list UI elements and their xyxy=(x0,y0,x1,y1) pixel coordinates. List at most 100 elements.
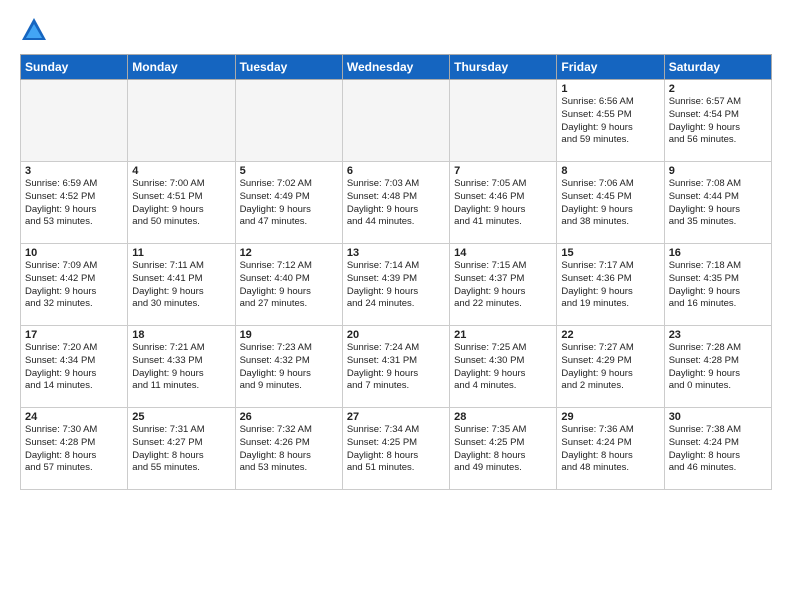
calendar-cell: 21Sunrise: 7:25 AM Sunset: 4:30 PM Dayli… xyxy=(450,326,557,408)
calendar-cell: 3Sunrise: 6:59 AM Sunset: 4:52 PM Daylig… xyxy=(21,162,128,244)
day-number: 16 xyxy=(669,247,767,259)
calendar-cell: 5Sunrise: 7:02 AM Sunset: 4:49 PM Daylig… xyxy=(235,162,342,244)
calendar-cell: 24Sunrise: 7:30 AM Sunset: 4:28 PM Dayli… xyxy=(21,408,128,490)
weekday-header-friday: Friday xyxy=(557,55,664,80)
calendar-cell: 22Sunrise: 7:27 AM Sunset: 4:29 PM Dayli… xyxy=(557,326,664,408)
day-info: Sunrise: 7:27 AM Sunset: 4:29 PM Dayligh… xyxy=(561,342,659,393)
calendar-cell: 27Sunrise: 7:34 AM Sunset: 4:25 PM Dayli… xyxy=(342,408,449,490)
calendar-cell: 25Sunrise: 7:31 AM Sunset: 4:27 PM Dayli… xyxy=(128,408,235,490)
day-info: Sunrise: 7:02 AM Sunset: 4:49 PM Dayligh… xyxy=(240,178,338,229)
calendar-cell: 11Sunrise: 7:11 AM Sunset: 4:41 PM Dayli… xyxy=(128,244,235,326)
day-number: 30 xyxy=(669,411,767,423)
day-number: 17 xyxy=(25,329,123,341)
day-number: 18 xyxy=(132,329,230,341)
week-row-4: 24Sunrise: 7:30 AM Sunset: 4:28 PM Dayli… xyxy=(21,408,772,490)
day-info: Sunrise: 7:08 AM Sunset: 4:44 PM Dayligh… xyxy=(669,178,767,229)
day-number: 1 xyxy=(561,83,659,95)
day-info: Sunrise: 7:25 AM Sunset: 4:30 PM Dayligh… xyxy=(454,342,552,393)
day-info: Sunrise: 6:56 AM Sunset: 4:55 PM Dayligh… xyxy=(561,96,659,147)
calendar-cell: 19Sunrise: 7:23 AM Sunset: 4:32 PM Dayli… xyxy=(235,326,342,408)
day-info: Sunrise: 7:09 AM Sunset: 4:42 PM Dayligh… xyxy=(25,260,123,311)
calendar-cell: 10Sunrise: 7:09 AM Sunset: 4:42 PM Dayli… xyxy=(21,244,128,326)
day-number: 25 xyxy=(132,411,230,423)
weekday-header-saturday: Saturday xyxy=(664,55,771,80)
day-info: Sunrise: 7:11 AM Sunset: 4:41 PM Dayligh… xyxy=(132,260,230,311)
day-number: 6 xyxy=(347,165,445,177)
calendar-cell: 13Sunrise: 7:14 AM Sunset: 4:39 PM Dayli… xyxy=(342,244,449,326)
day-number: 26 xyxy=(240,411,338,423)
calendar-cell: 30Sunrise: 7:38 AM Sunset: 4:24 PM Dayli… xyxy=(664,408,771,490)
calendar-cell xyxy=(21,80,128,162)
weekday-header-tuesday: Tuesday xyxy=(235,55,342,80)
weekday-header-thursday: Thursday xyxy=(450,55,557,80)
calendar-cell xyxy=(450,80,557,162)
calendar-cell: 4Sunrise: 7:00 AM Sunset: 4:51 PM Daylig… xyxy=(128,162,235,244)
day-number: 29 xyxy=(561,411,659,423)
day-info: Sunrise: 7:17 AM Sunset: 4:36 PM Dayligh… xyxy=(561,260,659,311)
calendar-cell xyxy=(128,80,235,162)
logo xyxy=(20,16,52,44)
page: SundayMondayTuesdayWednesdayThursdayFrid… xyxy=(0,0,792,612)
calendar-cell: 7Sunrise: 7:05 AM Sunset: 4:46 PM Daylig… xyxy=(450,162,557,244)
day-info: Sunrise: 6:59 AM Sunset: 4:52 PM Dayligh… xyxy=(25,178,123,229)
week-row-1: 3Sunrise: 6:59 AM Sunset: 4:52 PM Daylig… xyxy=(21,162,772,244)
calendar-cell xyxy=(235,80,342,162)
day-number: 14 xyxy=(454,247,552,259)
day-info: Sunrise: 7:23 AM Sunset: 4:32 PM Dayligh… xyxy=(240,342,338,393)
day-number: 20 xyxy=(347,329,445,341)
week-row-2: 10Sunrise: 7:09 AM Sunset: 4:42 PM Dayli… xyxy=(21,244,772,326)
day-info: Sunrise: 7:32 AM Sunset: 4:26 PM Dayligh… xyxy=(240,424,338,475)
day-info: Sunrise: 7:24 AM Sunset: 4:31 PM Dayligh… xyxy=(347,342,445,393)
week-row-3: 17Sunrise: 7:20 AM Sunset: 4:34 PM Dayli… xyxy=(21,326,772,408)
day-info: Sunrise: 7:21 AM Sunset: 4:33 PM Dayligh… xyxy=(132,342,230,393)
day-info: Sunrise: 7:12 AM Sunset: 4:40 PM Dayligh… xyxy=(240,260,338,311)
calendar-cell: 23Sunrise: 7:28 AM Sunset: 4:28 PM Dayli… xyxy=(664,326,771,408)
day-info: Sunrise: 7:31 AM Sunset: 4:27 PM Dayligh… xyxy=(132,424,230,475)
day-number: 24 xyxy=(25,411,123,423)
calendar-cell: 12Sunrise: 7:12 AM Sunset: 4:40 PM Dayli… xyxy=(235,244,342,326)
weekday-header-row: SundayMondayTuesdayWednesdayThursdayFrid… xyxy=(21,55,772,80)
day-number: 21 xyxy=(454,329,552,341)
day-info: Sunrise: 7:30 AM Sunset: 4:28 PM Dayligh… xyxy=(25,424,123,475)
day-number: 28 xyxy=(454,411,552,423)
day-number: 7 xyxy=(454,165,552,177)
header xyxy=(20,16,772,44)
day-info: Sunrise: 7:20 AM Sunset: 4:34 PM Dayligh… xyxy=(25,342,123,393)
day-info: Sunrise: 7:28 AM Sunset: 4:28 PM Dayligh… xyxy=(669,342,767,393)
day-info: Sunrise: 7:06 AM Sunset: 4:45 PM Dayligh… xyxy=(561,178,659,229)
day-number: 10 xyxy=(25,247,123,259)
day-info: Sunrise: 7:14 AM Sunset: 4:39 PM Dayligh… xyxy=(347,260,445,311)
weekday-header-wednesday: Wednesday xyxy=(342,55,449,80)
day-number: 19 xyxy=(240,329,338,341)
day-number: 23 xyxy=(669,329,767,341)
week-row-0: 1Sunrise: 6:56 AM Sunset: 4:55 PM Daylig… xyxy=(21,80,772,162)
calendar-cell: 17Sunrise: 7:20 AM Sunset: 4:34 PM Dayli… xyxy=(21,326,128,408)
day-info: Sunrise: 7:18 AM Sunset: 4:35 PM Dayligh… xyxy=(669,260,767,311)
weekday-header-sunday: Sunday xyxy=(21,55,128,80)
day-info: Sunrise: 7:34 AM Sunset: 4:25 PM Dayligh… xyxy=(347,424,445,475)
calendar-cell: 26Sunrise: 7:32 AM Sunset: 4:26 PM Dayli… xyxy=(235,408,342,490)
day-info: Sunrise: 7:03 AM Sunset: 4:48 PM Dayligh… xyxy=(347,178,445,229)
day-number: 5 xyxy=(240,165,338,177)
calendar-cell: 14Sunrise: 7:15 AM Sunset: 4:37 PM Dayli… xyxy=(450,244,557,326)
calendar-cell: 28Sunrise: 7:35 AM Sunset: 4:25 PM Dayli… xyxy=(450,408,557,490)
calendar-cell: 29Sunrise: 7:36 AM Sunset: 4:24 PM Dayli… xyxy=(557,408,664,490)
calendar-cell: 18Sunrise: 7:21 AM Sunset: 4:33 PM Dayli… xyxy=(128,326,235,408)
calendar-cell: 20Sunrise: 7:24 AM Sunset: 4:31 PM Dayli… xyxy=(342,326,449,408)
day-info: Sunrise: 7:35 AM Sunset: 4:25 PM Dayligh… xyxy=(454,424,552,475)
calendar-cell: 8Sunrise: 7:06 AM Sunset: 4:45 PM Daylig… xyxy=(557,162,664,244)
day-number: 3 xyxy=(25,165,123,177)
calendar-cell: 2Sunrise: 6:57 AM Sunset: 4:54 PM Daylig… xyxy=(664,80,771,162)
day-number: 22 xyxy=(561,329,659,341)
day-info: Sunrise: 7:38 AM Sunset: 4:24 PM Dayligh… xyxy=(669,424,767,475)
day-info: Sunrise: 6:57 AM Sunset: 4:54 PM Dayligh… xyxy=(669,96,767,147)
day-info: Sunrise: 7:36 AM Sunset: 4:24 PM Dayligh… xyxy=(561,424,659,475)
day-info: Sunrise: 7:05 AM Sunset: 4:46 PM Dayligh… xyxy=(454,178,552,229)
day-number: 8 xyxy=(561,165,659,177)
day-info: Sunrise: 7:15 AM Sunset: 4:37 PM Dayligh… xyxy=(454,260,552,311)
day-number: 9 xyxy=(669,165,767,177)
day-number: 11 xyxy=(132,247,230,259)
day-number: 13 xyxy=(347,247,445,259)
day-info: Sunrise: 7:00 AM Sunset: 4:51 PM Dayligh… xyxy=(132,178,230,229)
day-number: 4 xyxy=(132,165,230,177)
